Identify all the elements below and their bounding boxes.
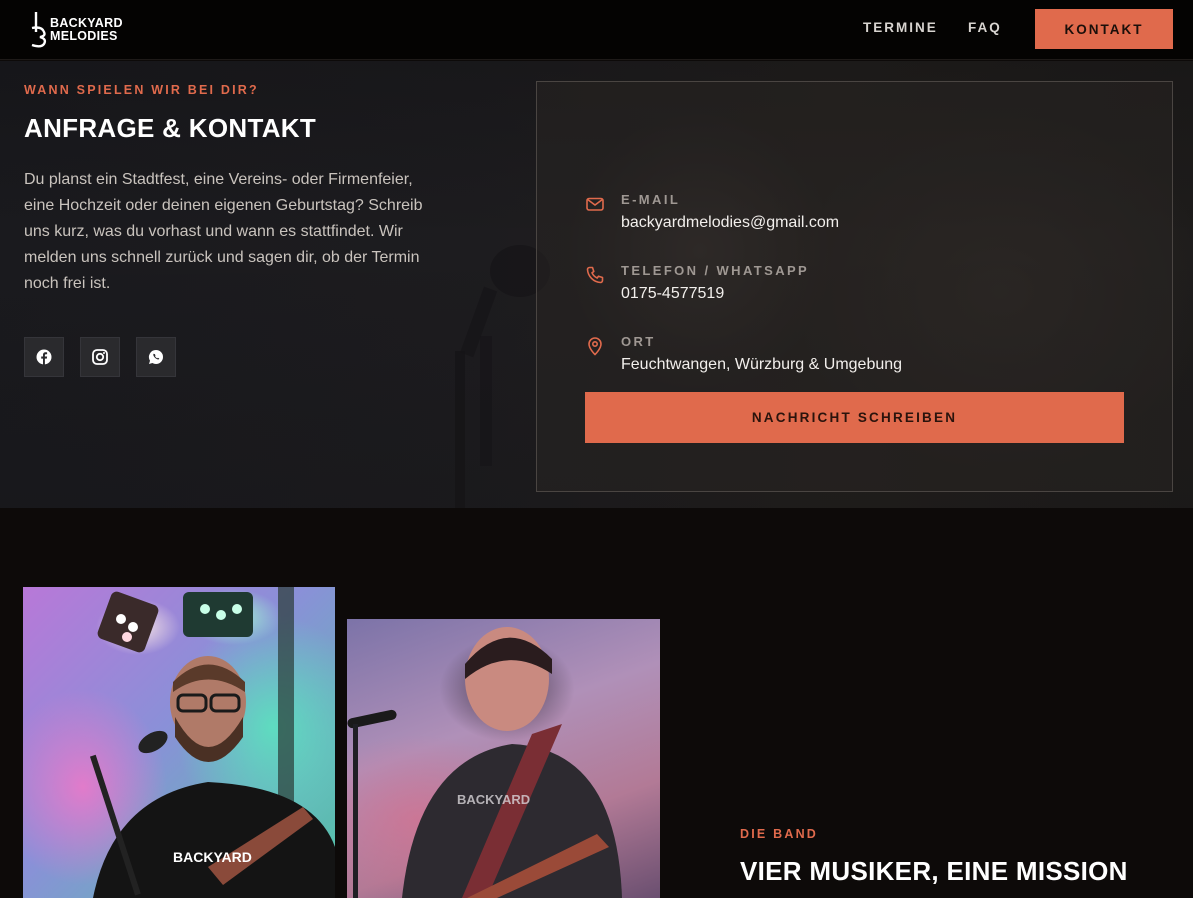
band-section: BACKYARD BACKYARD DIE BAND VIER MUSIKER,… [0, 508, 1193, 898]
map-pin-icon [588, 337, 602, 356]
band-title: VIER MUSIKER, EINE MISSION [740, 856, 1128, 886]
facebook-icon [36, 349, 52, 365]
nav-link-faq[interactable]: FAQ [968, 20, 1002, 35]
contact-info-card: E-MAIL backyardmelodies@gmail.com TELEFO… [536, 81, 1173, 492]
contact-section: WANN SPIELEN WIR BEI DIR? ANFRAGE & KONT… [0, 61, 1193, 508]
band-photo-guitarist: BACKYARD [347, 619, 660, 898]
whatsapp-button[interactable] [136, 337, 176, 377]
email-link[interactable]: backyardmelodies@gmail.com [621, 214, 839, 232]
contact-eyebrow: WANN SPIELEN WIR BEI DIR? [24, 83, 259, 97]
contact-description: Du planst ein Stadtfest, eine Vereins- o… [24, 171, 423, 292]
svg-text:BACKYARD: BACKYARD [173, 849, 252, 865]
social-links [24, 337, 176, 377]
guitar-logo-icon [31, 12, 47, 48]
facebook-button[interactable] [24, 337, 64, 377]
brand-logo[interactable]: BACKYARD MELODIES [28, 10, 138, 50]
contact-title: ANFRAGE & KONTAKT [24, 113, 317, 143]
location-value: Feuchtwangen, Würzburg & Umgebung [621, 356, 903, 373]
phone-icon [586, 266, 604, 284]
mail-icon [586, 197, 604, 211]
email-label: E-MAIL [621, 192, 681, 207]
svg-text:BACKYARD: BACKYARD [457, 792, 530, 807]
brand-wordmark: BACKYARD MELODIES [50, 17, 123, 43]
band-eyebrow: DIE BAND [740, 827, 819, 841]
phone-label: TELEFON / WHATSAPP [621, 263, 810, 278]
whatsapp-icon [148, 349, 163, 364]
nav-link-termine[interactable]: TERMINE [863, 20, 938, 35]
nav-kontakt-button[interactable]: KONTAKT [1035, 9, 1173, 49]
phone-link[interactable]: 0175-4577519 [621, 285, 724, 303]
photo-2-illustration: BACKYARD [347, 627, 622, 898]
instagram-button[interactable] [80, 337, 120, 377]
location-label: ORT [621, 334, 656, 349]
band-photo-guitarist-singer: BACKYARD [23, 587, 335, 898]
brand-wordmark-line2: MELODIES [50, 29, 118, 43]
navbar: BACKYARD MELODIES TERMINE FAQ KONTAKT [0, 0, 1193, 60]
instagram-icon [92, 349, 108, 365]
write-message-button[interactable]: NACHRICHT SCHREIBEN [585, 392, 1124, 443]
photo-1-illustration: BACKYARD [89, 587, 335, 898]
